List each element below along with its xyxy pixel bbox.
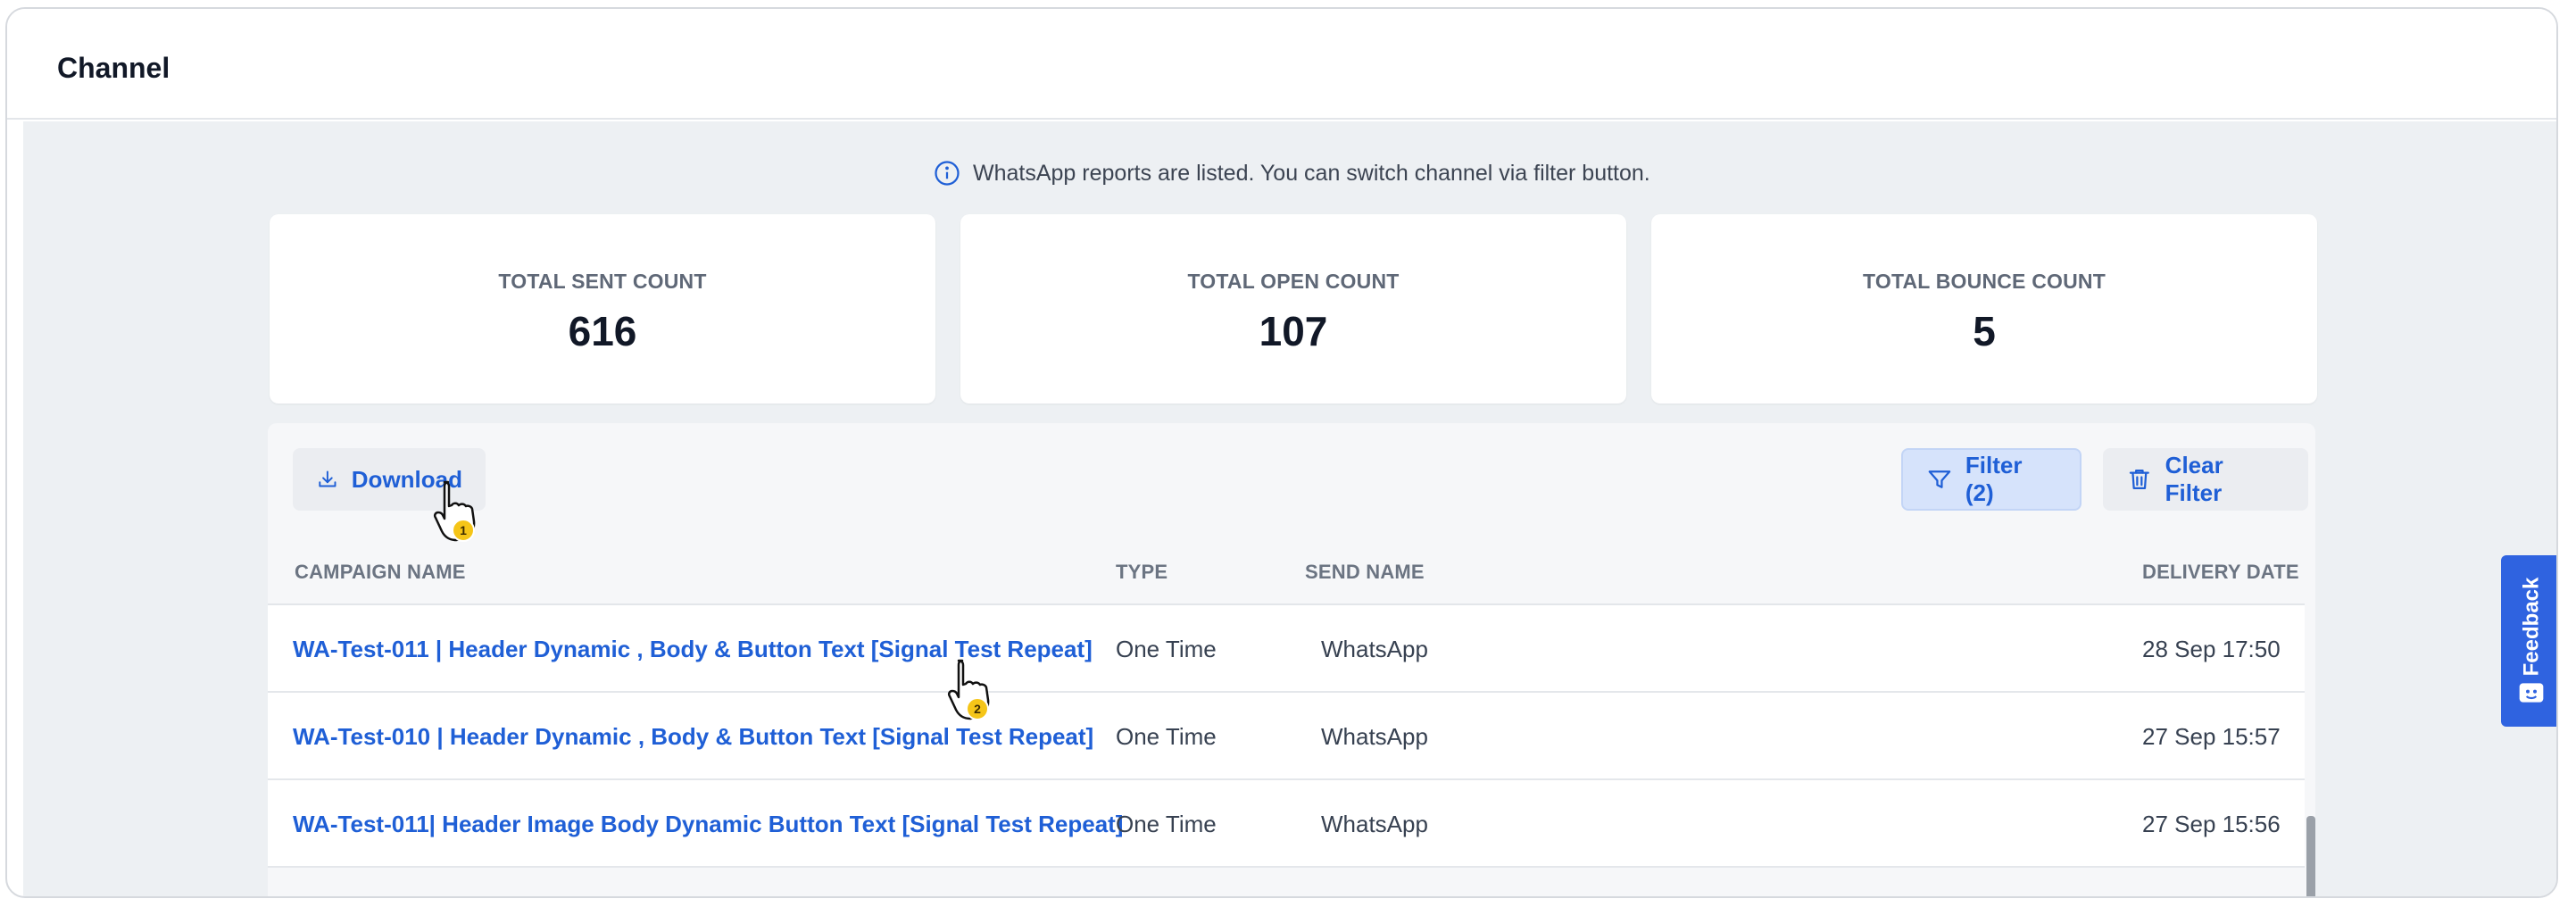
- send-name-cell: WhatsApp: [1321, 811, 1428, 837]
- feedback-label: Feedback: [2519, 577, 2543, 677]
- campaign-link[interactable]: WA-Test-011| Header Image Body Dynamic B…: [293, 780, 1123, 868]
- send-name-cell: WhatsApp: [1321, 636, 1428, 662]
- download-icon: [319, 470, 337, 487]
- type-cell: One Time: [1116, 636, 1217, 662]
- column-header-send-name[interactable]: SEND NAME: [1305, 561, 1425, 584]
- clear-filter-label: Clear Filter: [2165, 452, 2223, 506]
- send-name-cell: WhatsApp: [1321, 723, 1428, 750]
- feedback-tab[interactable]: Feedback: [2501, 555, 2556, 727]
- report-content: WhatsApp reports are listed. You can swi…: [23, 121, 2556, 896]
- stat-card-open: TOTAL OPEN COUNT 107: [960, 214, 1626, 404]
- stat-label: TOTAL BOUNCE COUNT: [1863, 270, 2106, 293]
- page-title: Channel: [57, 52, 170, 84]
- campaign-table-panel: Download Filter (2) Clear Filter CAMPAIG…: [268, 423, 2315, 896]
- step-badge: 2: [974, 702, 981, 716]
- table-row: WA-Test-011| Header Image Body Dynamic B…: [268, 780, 2305, 868]
- info-icon: [935, 161, 960, 186]
- table-row: WA-Test-011 | Header Dynamic , Body & Bu…: [268, 605, 2305, 693]
- stat-value: 107: [1259, 308, 1328, 354]
- filter-icon: [1928, 470, 1951, 488]
- stat-value: 616: [568, 308, 637, 354]
- column-header-delivery-date[interactable]: DELIVERY DATE: [2142, 561, 2299, 584]
- trash-icon: [2129, 469, 2149, 490]
- app-window: Channel WhatsApp reports are listed. You…: [5, 7, 2558, 898]
- stat-label: TOTAL OPEN COUNT: [1187, 270, 1400, 293]
- hand-pointer-icon: 1: [433, 480, 476, 542]
- table-row: WA-Test-010 | Header Dynamic , Body & Bu…: [268, 693, 2305, 780]
- chat-bubble-icon: [2519, 683, 2544, 703]
- column-header-type[interactable]: TYPE: [1116, 561, 1168, 584]
- filter-button[interactable]: Filter (2): [1901, 448, 2082, 511]
- stat-label: TOTAL SENT COUNT: [498, 270, 707, 293]
- column-header-campaign[interactable]: CAMPAIGN NAME: [295, 561, 466, 584]
- filter-label: Filter (2): [1965, 452, 2023, 506]
- stat-card-bounce: TOTAL BOUNCE COUNT 5: [1651, 214, 2317, 404]
- info-banner: WhatsApp reports are listed. You can swi…: [934, 159, 1650, 187]
- table-scrollbar[interactable]: [2306, 816, 2315, 896]
- clear-filter-button[interactable]: Clear Filter: [2103, 448, 2308, 511]
- type-cell: One Time: [1116, 723, 1217, 750]
- delivery-date-cell: 27 Sep 15:56: [2142, 811, 2281, 837]
- delivery-date-cell: 28 Sep 17:50: [2142, 636, 2281, 662]
- page-header: Channel: [7, 9, 2556, 120]
- info-banner-text: WhatsApp reports are listed. You can swi…: [973, 160, 1650, 186]
- hand-pointer-icon: 2: [947, 659, 990, 720]
- type-cell: One Time: [1116, 811, 1217, 837]
- stat-value: 5: [1973, 308, 1996, 354]
- step-badge: 1: [460, 523, 467, 537]
- stat-card-sent: TOTAL SENT COUNT 616: [270, 214, 935, 404]
- delivery-date-cell: 27 Sep 15:57: [2142, 723, 2281, 750]
